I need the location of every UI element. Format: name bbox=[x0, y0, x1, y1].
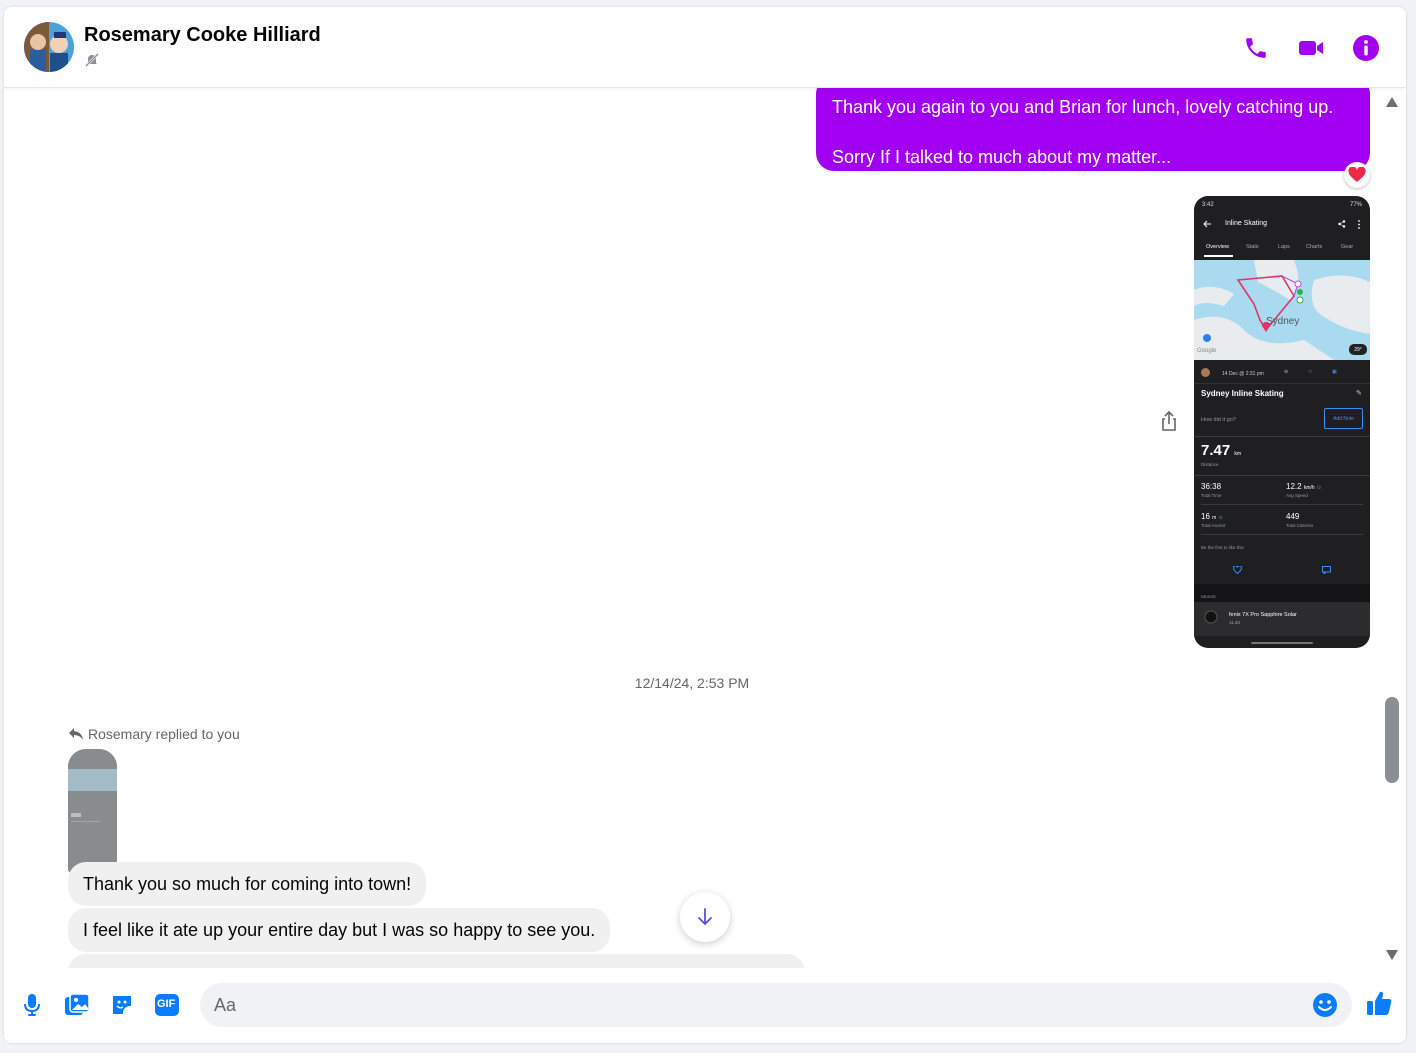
incoming-message-bubble[interactable]: I feel like it ate up your entire day bu… bbox=[68, 908, 611, 952]
stat-value: 16 m ⊙ bbox=[1201, 512, 1223, 521]
attach-media-button[interactable] bbox=[63, 991, 91, 1019]
device-row: fenix 7X Pro Sapphire Solar 11.34 bbox=[1194, 602, 1370, 636]
message-input-wrapper bbox=[200, 983, 1352, 1027]
chat-header: Rosemary Cooke Hilliard bbox=[4, 7, 1406, 88]
divider bbox=[1194, 436, 1370, 437]
phone-tab: Laps bbox=[1278, 244, 1290, 250]
like-heart-icon bbox=[1233, 566, 1242, 574]
contact-name[interactable]: Rosemary Cooke Hilliard bbox=[84, 24, 321, 47]
map-temperature: 29° bbox=[1349, 344, 1367, 355]
video-call-button[interactable] bbox=[1296, 33, 1326, 63]
phone-status-time: 3:42 bbox=[1202, 202, 1214, 208]
scroll-up-arrow-icon[interactable] bbox=[1386, 97, 1398, 107]
stat-value: 449 bbox=[1286, 512, 1300, 521]
phone-more-icon bbox=[1358, 220, 1360, 229]
distance-label: Distance bbox=[1201, 462, 1219, 467]
phone-tab: Stats bbox=[1246, 244, 1259, 250]
stat-value: 36:38 bbox=[1201, 482, 1222, 491]
conversation-info-button[interactable] bbox=[1351, 33, 1381, 63]
device-sub: 11.34 bbox=[1229, 620, 1240, 625]
info-icon bbox=[1353, 35, 1379, 61]
stat-label: Avg Speed bbox=[1286, 493, 1308, 498]
smiley-icon[interactable] bbox=[1312, 992, 1338, 1018]
phone-tab-underline bbox=[1204, 255, 1233, 257]
distance-unit: km bbox=[1234, 451, 1242, 457]
scroll-down-arrow-icon[interactable] bbox=[1386, 950, 1398, 960]
home-indicator bbox=[1251, 642, 1313, 644]
activity-meta-row: 14 Dec @ 2:31 pm ⊕ ☆ ▣ bbox=[1194, 362, 1370, 384]
map-attribution: Google bbox=[1197, 348, 1217, 354]
stat-value: 12.2 km/h ⊙ bbox=[1286, 482, 1322, 491]
phone-tab: Gear bbox=[1341, 244, 1354, 250]
video-camera-icon bbox=[1299, 41, 1323, 55]
heart-icon bbox=[1348, 167, 1366, 182]
sticker-button[interactable] bbox=[108, 991, 136, 1019]
voice-clip-button[interactable] bbox=[18, 991, 46, 1019]
microphone-icon bbox=[24, 994, 40, 1016]
scroll-to-bottom-button[interactable] bbox=[680, 892, 730, 942]
stat-label: Total Time bbox=[1201, 493, 1222, 498]
share-icon[interactable] bbox=[1160, 410, 1178, 432]
gif-label: GIF bbox=[157, 998, 176, 1010]
route-map: Sydney Google 29° bbox=[1194, 260, 1370, 360]
stat-label: Total Ascent bbox=[1201, 523, 1226, 528]
stat-label: Total Calories bbox=[1286, 523, 1314, 528]
privacy-icon: ⊕ bbox=[1284, 369, 1289, 375]
sticker-icon bbox=[113, 996, 131, 1014]
heart-reaction[interactable] bbox=[1344, 162, 1370, 188]
reply-arrow-icon bbox=[69, 728, 83, 740]
avatar[interactable] bbox=[24, 22, 74, 72]
incoming-message-bubble[interactable]: You did not talk too much about the whol… bbox=[68, 954, 805, 968]
audio-call-button[interactable] bbox=[1241, 33, 1271, 63]
muted-bell-icon bbox=[84, 52, 100, 68]
first-like-text: Be the first to like this bbox=[1201, 545, 1244, 550]
phone-share-icon bbox=[1338, 220, 1346, 228]
message-input[interactable] bbox=[214, 983, 1304, 1027]
reply-indicator: Rosemary replied to you bbox=[68, 726, 240, 742]
back-arrow-icon bbox=[1203, 220, 1211, 228]
comment-icon bbox=[1322, 566, 1331, 574]
send-like-button[interactable] bbox=[1365, 989, 1393, 1017]
device-header: DEVICE bbox=[1194, 584, 1370, 602]
message-line: Sorry If I talked to much about my matte… bbox=[832, 147, 1172, 167]
add-note-button: Add Note bbox=[1324, 408, 1363, 429]
distance-value: 7.47 km bbox=[1201, 442, 1241, 459]
phone-tab: Charts bbox=[1306, 244, 1323, 250]
thumbs-up-icon bbox=[1367, 991, 1392, 1015]
distance-number: 7.47 bbox=[1201, 442, 1231, 459]
message-composer: GIF bbox=[4, 968, 1406, 1043]
star-icon: ☆ bbox=[1308, 369, 1313, 375]
phone-screen-title: Inline Skating bbox=[1225, 220, 1268, 227]
activity-name: Sydney Inline Skating bbox=[1201, 389, 1284, 398]
replied-image-thumbnail[interactable] bbox=[68, 749, 117, 873]
arrow-down-icon bbox=[698, 908, 712, 926]
edit-icon: ▣ bbox=[1332, 369, 1337, 375]
divider bbox=[1201, 504, 1363, 505]
shared-screenshot-image[interactable]: 3:42 77% Inline Skating Overview Stats L… bbox=[1194, 196, 1370, 648]
phone-battery: 77% bbox=[1349, 202, 1362, 208]
user-avatar-icon bbox=[1201, 368, 1210, 377]
phone-tabs: Overview Stats Laps Charts Gear bbox=[1194, 242, 1370, 260]
gif-button[interactable]: GIF bbox=[153, 991, 181, 1019]
photo-icon bbox=[65, 993, 90, 1015]
device-name: fenix 7X Pro Sapphire Solar bbox=[1229, 612, 1297, 618]
scrollbar-thumb[interactable] bbox=[1385, 697, 1399, 783]
chat-window: Rosemary Cooke Hilliard Thank you again … bbox=[4, 7, 1406, 1043]
how-did-it-go: How did it go? bbox=[1201, 417, 1236, 423]
map-city-label: Sydney bbox=[1266, 316, 1300, 327]
activity-date: 14 Dec @ 2:31 pm bbox=[1222, 371, 1264, 377]
message-thread[interactable]: Thank you again to you and Brian for lun… bbox=[4, 88, 1380, 968]
phone-tab: Overview bbox=[1206, 244, 1229, 250]
watch-icon bbox=[1204, 610, 1218, 624]
message-line: Thank you again to you and Brian for lun… bbox=[832, 97, 1334, 117]
divider bbox=[1201, 534, 1363, 535]
divider bbox=[1194, 475, 1370, 476]
message-timestamp: 12/14/24, 2:53 PM bbox=[634, 675, 750, 691]
outgoing-message-bubble[interactable]: Thank you again to you and Brian for lun… bbox=[816, 88, 1370, 171]
phone-icon bbox=[1246, 38, 1266, 58]
pencil-icon: ✎ bbox=[1356, 390, 1362, 397]
reply-label-text: Rosemary replied to you bbox=[88, 726, 240, 742]
incoming-message-bubble[interactable]: Thank you so much for coming into town! bbox=[68, 862, 427, 906]
